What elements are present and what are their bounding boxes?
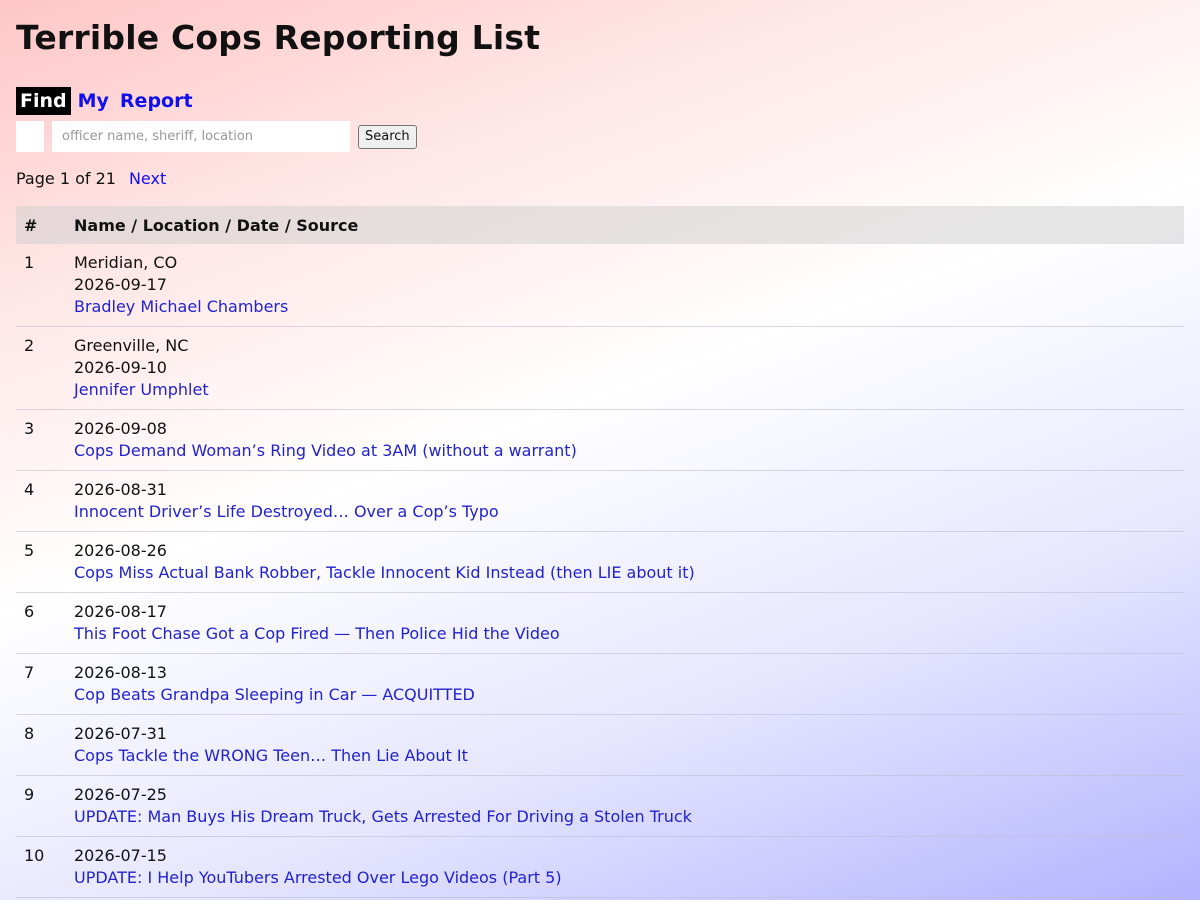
row-link[interactable]: This Foot Chase Got a Cop Fired — Then P… (74, 624, 560, 643)
row-link[interactable]: Cops Demand Woman’s Ring Video at 3AM (w… (74, 441, 577, 460)
search-bar: Search (16, 121, 417, 152)
row-details: 2026-08-17 This Foot Chase Got a Cop Fire… (74, 592, 1184, 654)
table-row: 2 Greenville, NC 2026-09-10 Jennifer Umphle… (16, 326, 1184, 410)
row-details: 2026-09-08 Cops Demand Woman’s Ring Video… (74, 409, 1184, 471)
row-source: Bradley Michael Chambers (74, 296, 1184, 318)
nav-my[interactable]: My (74, 87, 113, 115)
row-number: 6 (16, 592, 74, 654)
nav-find[interactable]: Find (16, 87, 71, 115)
table-row: 9 2026-07-25 UPDATE: Man Buys His Dream Tr… (16, 775, 1184, 837)
row-source: Innocent Driver’s Life Destroyed… Over a… (74, 501, 1184, 523)
row-number: 5 (16, 531, 74, 593)
row-details: 2026-08-26 Cops Miss Actual Bank Robber, … (74, 531, 1184, 593)
row-details: 2026-07-25 UPDATE: Man Buys His Dream Tru… (74, 775, 1184, 837)
page-status: Page 1 of 21 (16, 169, 116, 188)
pagination: Page 1 of 21 Next (16, 169, 166, 188)
row-date: 2026-07-15 (74, 846, 167, 865)
row-number: 3 (16, 409, 74, 471)
table-body: 1 Meridian, CO 2026-09-17 Bradley Michael C… (16, 244, 1184, 898)
row-link[interactable]: Bradley Michael Chambers (74, 297, 288, 316)
row-date: 2026-07-31 (74, 724, 167, 743)
column-header-number: # (16, 206, 74, 244)
row-link[interactable]: Cops Miss Actual Bank Robber, Tackle Inn… (74, 563, 695, 582)
table-row: 7 2026-08-13 Cop Beats Grandpa Sleeping in… (16, 653, 1184, 715)
row-details: 2026-08-13 Cop Beats Grandpa Sleeping in … (74, 653, 1184, 715)
row-link[interactable]: UPDATE: I Help YouTubers Arrested Over L… (74, 868, 562, 887)
row-details: 2026-08-31 Innocent Driver’s Life Destroy… (74, 470, 1184, 532)
filter-box[interactable] (16, 121, 44, 152)
row-details: Meridian, CO 2026-09-17 Bradley Michael Ch… (74, 244, 1184, 327)
row-link[interactable]: Cop Beats Grandpa Sleeping in Car — ACQU… (74, 685, 475, 704)
table-row: 6 2026-08-17 This Foot Chase Got a Cop Fir… (16, 592, 1184, 654)
row-number: 1 (16, 244, 74, 327)
row-details: Greenville, NC 2026-09-10 Jennifer Umphlet (74, 326, 1184, 410)
row-source: Cop Beats Grandpa Sleeping in Car — ACQU… (74, 684, 1184, 706)
row-date: 2026-08-17 (74, 602, 167, 621)
search-button[interactable]: Search (358, 124, 417, 149)
row-date: 2026-09-08 (74, 419, 167, 438)
results-table: # Name / Location / Date / Source 1 Merid… (16, 206, 1184, 898)
column-header-details: Name / Location / Date / Source (74, 206, 1184, 244)
row-number: 2 (16, 326, 74, 410)
row-source: Jennifer Umphlet (74, 379, 1184, 401)
row-date: 2026-08-26 (74, 541, 167, 560)
nav-report[interactable]: Report (116, 87, 197, 115)
row-source: Cops Demand Woman’s Ring Video at 3AM (w… (74, 440, 1184, 462)
table-header-row: # Name / Location / Date / Source (16, 206, 1184, 244)
row-date: 2026-08-13 (74, 663, 167, 682)
row-number: 8 (16, 714, 74, 776)
row-link[interactable]: Jennifer Umphlet (74, 380, 209, 399)
row-source: Cops Miss Actual Bank Robber, Tackle Inn… (74, 562, 1184, 584)
main-nav: Find My Report (16, 87, 200, 115)
row-source: UPDATE: Man Buys His Dream Truck, Gets A… (74, 806, 1184, 828)
search-input[interactable] (52, 121, 350, 152)
row-source: This Foot Chase Got a Cop Fired — Then P… (74, 623, 1184, 645)
row-link[interactable]: Cops Tackle the WRONG Teen… Then Lie Abo… (74, 746, 468, 765)
row-number: 10 (16, 836, 74, 898)
row-source: Cops Tackle the WRONG Teen… Then Lie Abo… (74, 745, 1184, 767)
row-details: 2026-07-31 Cops Tackle the WRONG Teen… Th… (74, 714, 1184, 776)
page-title: Terrible Cops Reporting List (16, 18, 541, 57)
row-link[interactable]: Innocent Driver’s Life Destroyed… Over a… (74, 502, 499, 521)
row-date: 2026-08-31 (74, 480, 167, 499)
table-row: 8 2026-07-31 Cops Tackle the WRONG Teen… T… (16, 714, 1184, 776)
next-page-link[interactable]: Next (129, 169, 166, 188)
row-date: 2026-09-17 (74, 275, 167, 294)
row-source: UPDATE: I Help YouTubers Arrested Over L… (74, 867, 1184, 889)
row-details: 2026-07-15 UPDATE: I Help YouTubers Arres… (74, 836, 1184, 898)
row-date: 2026-07-25 (74, 785, 167, 804)
row-location: Greenville, NC (74, 336, 189, 355)
row-number: 9 (16, 775, 74, 837)
row-number: 4 (16, 470, 74, 532)
table-row: 5 2026-08-26 Cops Miss Actual Bank Robber,… (16, 531, 1184, 593)
table-row: 3 2026-09-08 Cops Demand Woman’s Ring Vide… (16, 409, 1184, 471)
table-row: 4 2026-08-31 Innocent Driver’s Life Destro… (16, 470, 1184, 532)
table-row: 10 2026-07-15 UPDATE: I Help YouTubers Arr… (16, 836, 1184, 898)
row-date: 2026-09-10 (74, 358, 167, 377)
table-row: 1 Meridian, CO 2026-09-17 Bradley Michael C… (16, 244, 1184, 327)
row-number: 7 (16, 653, 74, 715)
row-location: Meridian, CO (74, 253, 178, 272)
row-link[interactable]: UPDATE: Man Buys His Dream Truck, Gets A… (74, 807, 692, 826)
